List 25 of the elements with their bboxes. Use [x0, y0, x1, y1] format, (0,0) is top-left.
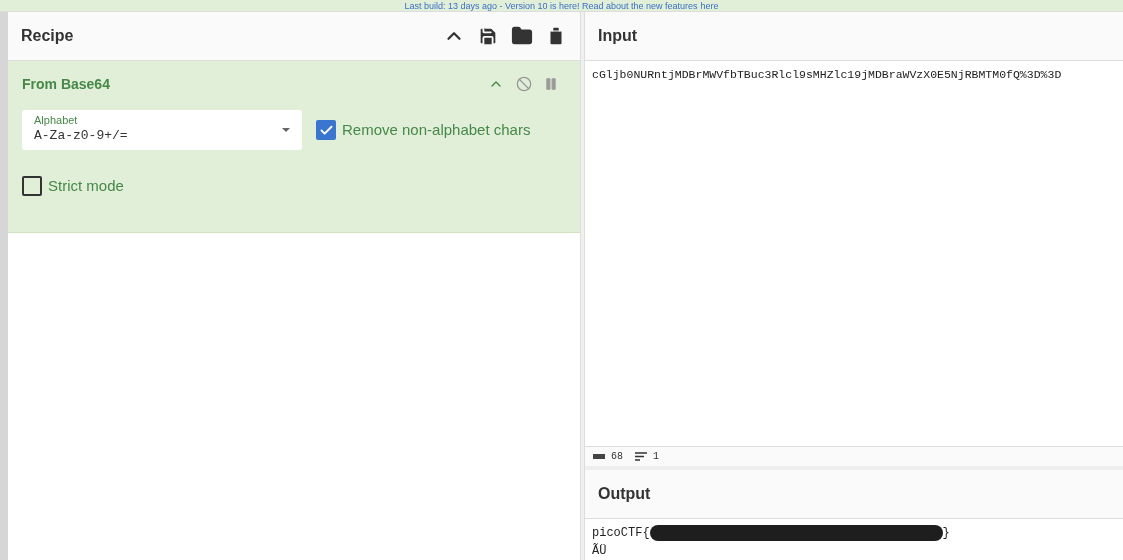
- checkbox[interactable]: [22, 176, 42, 197]
- length-count: 68: [611, 450, 623, 465]
- checkbox-label: Strict mode: [48, 176, 124, 196]
- lines-icon: [635, 452, 647, 462]
- input-textarea[interactable]: cGljb0NURntjMDBrMWVfbTBuc3Rlcl9sMHZlc19jMDBraWVzX0E5NjRBMTM0fQ%3D%3D: [585, 60, 1123, 447]
- caret-icon: [282, 128, 290, 132]
- abc-icon: [593, 454, 605, 460]
- output-text: ÃÜ: [592, 542, 607, 560]
- resize-handle[interactable]: [0, 12, 8, 560]
- panel-title: Output: [598, 484, 651, 505]
- checkbox[interactable]: [316, 120, 336, 140]
- save-icon[interactable]: [477, 25, 499, 47]
- field-value: A-Za-z0-9+/=: [34, 127, 129, 146]
- alphabet-dropdown[interactable]: Alphabet A-Za-z0-9+/=: [22, 110, 302, 150]
- operation-name: From Base64: [22, 74, 111, 94]
- panel-title: Recipe: [21, 26, 75, 46]
- checkbox-label: Remove non-alphabet chars: [342, 119, 531, 140]
- folder-icon[interactable]: [511, 25, 533, 47]
- line-count: 1: [653, 450, 660, 465]
- banner-text: Last build: 13 days ago - Version 10 is here! Read about the new features: [404, 1, 698, 11]
- output-text: picoCTF{: [592, 525, 650, 542]
- output-text: }: [942, 525, 950, 542]
- field-label: Alphabet: [34, 114, 79, 127]
- panel-title: Input: [598, 25, 638, 46]
- banner-link[interactable]: here: [700, 1, 719, 11]
